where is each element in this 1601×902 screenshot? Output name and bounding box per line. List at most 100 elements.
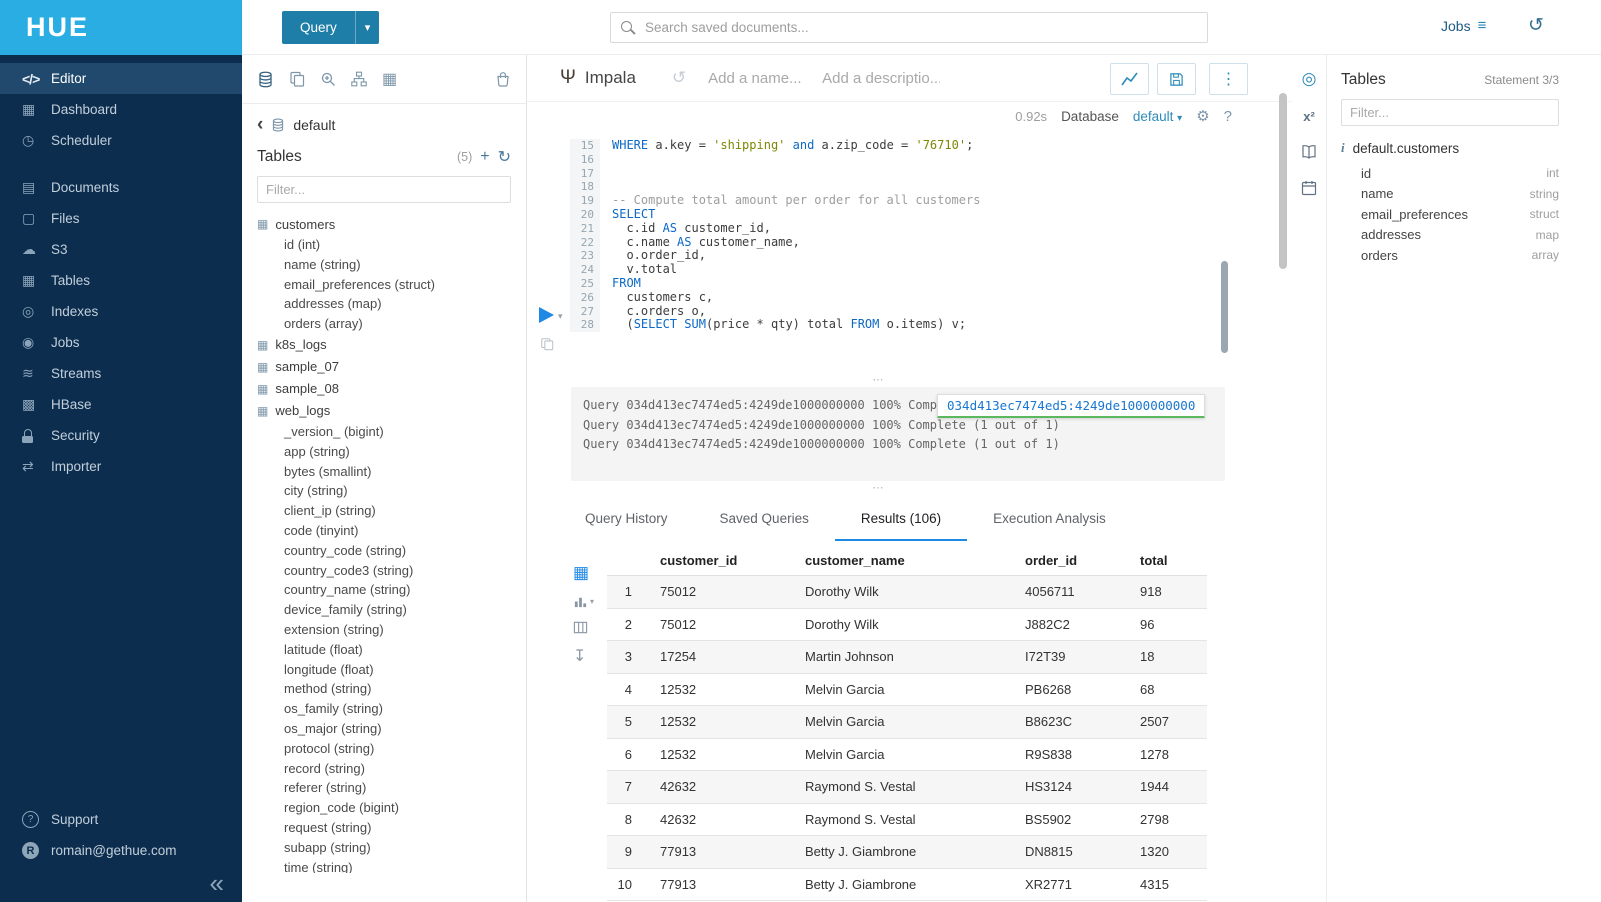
sidebar-item-tables[interactable]: ▦Tables (0, 265, 242, 296)
back-chevron-icon[interactable]: ‹ (257, 118, 263, 132)
table-row[interactable]: 175012Dorothy Wilk4056711918 (607, 576, 1207, 609)
schedule-icon[interactable] (1301, 180, 1317, 196)
assist-column[interactable]: os_major (string) (257, 719, 526, 739)
table-row[interactable]: 512532Melvin GarciaB8623C2507 (607, 706, 1207, 739)
assist-column[interactable]: id (int) (257, 235, 526, 255)
sidebar-item-jobs[interactable]: ◉Jobs (0, 327, 242, 358)
info-icon[interactable]: i (1341, 140, 1345, 156)
right-column-name[interactable]: namestring (1361, 184, 1601, 205)
assist-column[interactable]: email_preferences (struct) (257, 275, 526, 295)
docs-icon[interactable]: ◎ (1302, 69, 1317, 89)
refresh-tables-icon[interactable]: ↻ (498, 147, 511, 167)
assist-column[interactable]: region_code (bigint) (257, 798, 526, 818)
sidebar-item-account[interactable]: R romain@gethue.com (0, 835, 242, 866)
download-icon[interactable]: ↧ (573, 646, 586, 666)
assist-column[interactable]: extension (string) (257, 620, 526, 640)
assist-column[interactable]: country_code (string) (257, 541, 526, 561)
sidebar-item-support[interactable]: ? Support (0, 804, 242, 835)
columns-view-icon[interactable] (573, 620, 588, 635)
sidebar-collapse-button[interactable]: « (210, 870, 224, 896)
right-column-email-preferences[interactable]: email_preferencesstruct (1361, 204, 1601, 225)
assist-column[interactable]: _version_ (bigint) (257, 422, 526, 442)
query-dropdown-caret-icon[interactable]: ▾ (355, 11, 380, 44)
assist-column[interactable]: code (tinyint) (257, 521, 526, 541)
sidebar-item-importer[interactable]: ⇄Importer (0, 451, 242, 482)
table-row[interactable]: 412532Melvin GarciaPB626868 (607, 674, 1207, 707)
zoom-icon[interactable] (320, 71, 336, 87)
tab-query-history[interactable]: Query History (559, 497, 694, 541)
table-row[interactable]: 612532Melvin GarciaR9S8381278 (607, 739, 1207, 772)
sidebar-item-editor[interactable]: </>Editor (0, 63, 242, 94)
apps-grid-icon[interactable]: ▦ (382, 69, 397, 89)
bag-icon[interactable] (495, 71, 511, 87)
right-column-orders[interactable]: ordersarray (1361, 245, 1601, 266)
assist-column[interactable]: latitude (float) (257, 640, 526, 660)
jobs-link[interactable]: Jobs ≡ (1441, 17, 1486, 34)
assist-table-sample-07[interactable]: ▦sample_07 (257, 356, 526, 378)
search-input[interactable] (610, 12, 1208, 43)
assist-column[interactable]: method (string) (257, 679, 526, 699)
snippet-menu-icon[interactable] (540, 337, 554, 351)
execute-button[interactable] (539, 307, 554, 323)
database-source-icon[interactable] (257, 71, 274, 88)
assist-column[interactable]: orders (array) (257, 314, 526, 334)
assist-column[interactable]: city (string) (257, 481, 526, 501)
assist-column[interactable]: name (string) (257, 255, 526, 275)
tab-results-106[interactable]: Results (106) (835, 497, 967, 541)
assist-column[interactable]: time (string) (257, 858, 526, 873)
assist-column[interactable]: app (string) (257, 442, 526, 462)
topbar-history-icon[interactable]: ↺ (1528, 14, 1544, 37)
assist-table-customers[interactable]: ▦customers (257, 213, 526, 235)
assist-column[interactable]: request (string) (257, 818, 526, 838)
help-icon[interactable]: ? (1224, 108, 1232, 125)
assist-column[interactable]: longitude (float) (257, 660, 526, 680)
chart-type-caret-icon[interactable]: ▾ (590, 597, 594, 606)
resize-handle-bottom[interactable]: ⋯ (527, 483, 1232, 493)
grid-view-icon[interactable]: ▦ (573, 563, 589, 583)
sitemap-icon[interactable] (351, 71, 367, 87)
chart-button[interactable] (1110, 63, 1149, 95)
assist-column[interactable]: referer (string) (257, 778, 526, 798)
assist-column[interactable]: addresses (map) (257, 294, 526, 314)
right-column-addresses[interactable]: addressesmap (1361, 225, 1601, 246)
query-button[interactable]: Query ▾ (282, 11, 379, 44)
assist-column[interactable]: subapp (string) (257, 838, 526, 858)
assist-column[interactable]: bytes (smallint) (257, 462, 526, 482)
documents-assist-icon[interactable] (289, 71, 305, 87)
execute-options-caret-icon[interactable]: ▾ (558, 311, 563, 322)
database-dropdown[interactable]: default ▾ (1133, 109, 1182, 124)
query-history-icon[interactable]: ↺ (672, 68, 686, 88)
sidebar-item-scheduler[interactable]: ◷Scheduler (0, 125, 242, 156)
sidebar-item-streams[interactable]: ≋Streams (0, 358, 242, 389)
table-row[interactable]: 977913Betty J. GiambroneDN88151320 (607, 836, 1207, 869)
settings-gear-icon[interactable]: ⚙ (1196, 107, 1209, 125)
code-editor[interactable]: 15WHERE a.key = 'shipping' and a.zip_cod… (570, 139, 1237, 332)
assist-column[interactable]: device_family (string) (257, 600, 526, 620)
functions-icon[interactable]: x² (1303, 109, 1315, 124)
query-description-input[interactable] (820, 69, 942, 88)
sidebar-item-files[interactable]: ▢Files (0, 203, 242, 234)
more-actions-button[interactable]: ⋮ (1209, 63, 1248, 95)
sidebar-item-dashboard[interactable]: ▦Dashboard (0, 94, 242, 125)
sidebar-item-hbase[interactable]: ▩HBase (0, 389, 242, 420)
sidebar-item-indexes[interactable]: ◎Indexes (0, 296, 242, 327)
assist-column[interactable]: protocol (string) (257, 739, 526, 759)
resize-handle-top[interactable]: ⋯ (527, 375, 1232, 385)
right-column-id[interactable]: idint (1361, 163, 1601, 184)
sidebar-item-documents[interactable]: ▤Documents (0, 172, 242, 203)
assist-column[interactable]: country_name (string) (257, 580, 526, 600)
assist-column[interactable]: os_family (string) (257, 699, 526, 719)
tab-saved-queries[interactable]: Saved Queries (694, 497, 835, 541)
save-button[interactable] (1157, 63, 1196, 95)
table-row[interactable]: 742632Raymond S. VestalHS31241944 (607, 771, 1207, 804)
chart-view-icon[interactable]: ▾ (573, 594, 594, 609)
table-row[interactable]: 842632Raymond S. VestalBS59022798 (607, 804, 1207, 837)
table-row[interactable]: 1077913Betty J. GiambroneXR27714315 (607, 869, 1207, 902)
sidebar-item-s3[interactable]: ☁S3 (0, 234, 242, 265)
active-table[interactable]: i default.customers (1327, 126, 1601, 163)
tab-execution-analysis[interactable]: Execution Analysis (967, 497, 1132, 541)
table-row[interactable]: 317254Martin JohnsonI72T3918 (607, 641, 1207, 674)
table-row[interactable]: 275012Dorothy WilkJ882C296 (607, 609, 1207, 642)
language-reference-icon[interactable] (1301, 144, 1317, 160)
editor-scrollbar[interactable] (1221, 261, 1228, 353)
